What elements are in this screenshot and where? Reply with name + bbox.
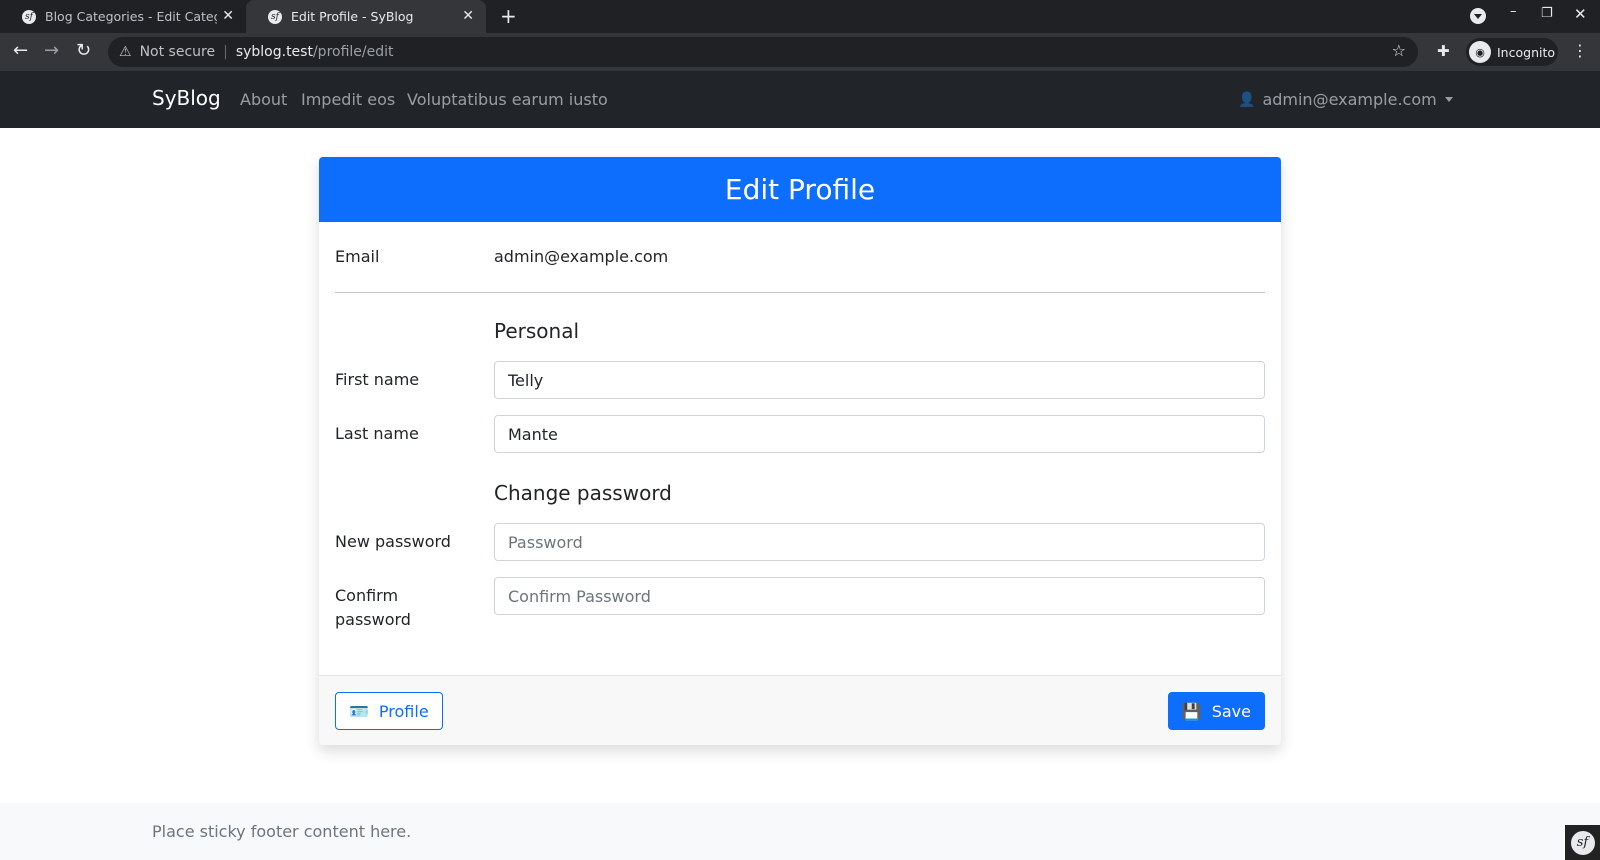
url-separator: | xyxy=(223,44,228,60)
sticky-footer: Place sticky footer content here. xyxy=(0,803,1600,860)
user-icon: 👤 xyxy=(1238,91,1256,108)
page-title: Edit Profile xyxy=(724,173,876,206)
new-tab-button[interactable]: + xyxy=(500,4,517,28)
site-navbar: SyBlog About Impedit eos Voluptatibus ea… xyxy=(0,71,1600,128)
nav-link-about[interactable]: About xyxy=(240,90,287,109)
incognito-badge[interactable]: ◉ Incognito xyxy=(1466,38,1558,66)
personal-heading: Personal xyxy=(494,319,580,343)
card-footer: 🪪 Profile 💾 Save xyxy=(319,675,1281,745)
reload-icon[interactable]: ↻ xyxy=(76,40,91,61)
url-host[interactable]: syblog.test xyxy=(236,44,313,60)
warning-icon[interactable]: ⚠ xyxy=(119,44,132,60)
card-header: Edit Profile xyxy=(319,157,1281,222)
symfony-icon: sf xyxy=(22,9,36,24)
last-name-label: Last name xyxy=(335,424,419,443)
profile-button-label: Profile xyxy=(378,701,429,721)
browser-tab-edit-profile[interactable]: sf Edit Profile - SyBlog ✕ xyxy=(246,0,486,33)
chevron-down-icon xyxy=(1444,97,1453,102)
nav-link-voluptatibus[interactable]: Voluptatibus earum iusto xyxy=(407,90,608,109)
first-name-label: First name xyxy=(335,370,420,389)
browser-tab-strip: sf Blog Categories - Edit Category ✕ sf … xyxy=(0,0,1600,33)
save-button-label: Save xyxy=(1211,701,1251,721)
browser-menu-icon[interactable]: ⋮ xyxy=(1572,41,1588,60)
email-value: admin@example.com xyxy=(494,247,669,266)
address-bar[interactable]: ⚠ Not secure | syblog.test /profile/edit… xyxy=(108,37,1418,67)
minimize-icon[interactable]: – xyxy=(1510,4,1517,19)
symfony-toolbar-toggle[interactable]: sf xyxy=(1565,825,1600,860)
incognito-label: Incognito xyxy=(1497,44,1556,60)
symfony-icon: sf xyxy=(268,9,282,24)
id-card-icon: 🪪 xyxy=(349,701,369,721)
brand-logo[interactable]: SyBlog xyxy=(152,86,221,110)
user-menu-dropdown[interactable]: 👤 admin@example.com xyxy=(1238,90,1453,109)
card-body: Email admin@example.com Personal First n… xyxy=(319,222,1281,675)
last-name-field[interactable] xyxy=(494,415,1265,453)
window-close-icon[interactable]: ✕ xyxy=(1574,5,1587,23)
tab-title: Edit Profile - SyBlog xyxy=(291,9,414,24)
tab-title: Blog Categories - Edit Category xyxy=(45,9,217,24)
forward-icon[interactable]: → xyxy=(44,40,59,61)
change-password-heading: Change password xyxy=(494,481,672,505)
extensions-icon[interactable]: ✚ xyxy=(1437,42,1450,60)
confirm-password-label-line1: Confirm xyxy=(335,586,399,605)
edit-profile-card: Edit Profile Email admin@example.com Per… xyxy=(319,157,1281,745)
url-path[interactable]: /profile/edit xyxy=(313,44,394,60)
new-password-label: New password xyxy=(335,532,451,551)
confirm-password-label-line2: password xyxy=(335,610,411,629)
close-icon[interactable]: ✕ xyxy=(462,8,474,24)
maximize-icon[interactable]: ❐ xyxy=(1541,6,1553,21)
floppy-disk-icon: 💾 xyxy=(1181,701,1202,721)
incognito-icon: ◉ xyxy=(1469,41,1491,63)
confirm-password-field[interactable] xyxy=(494,577,1265,615)
back-icon[interactable]: ← xyxy=(13,40,28,61)
tab-search-icon[interactable] xyxy=(1470,8,1486,24)
footer-text: Place sticky footer content here. xyxy=(152,822,412,841)
confirm-password-label: Confirm password xyxy=(335,584,411,632)
profile-button[interactable]: 🪪 Profile xyxy=(335,692,443,730)
symfony-icon: sf xyxy=(1570,830,1595,855)
divider xyxy=(335,292,1265,293)
nav-link-impedit-eos[interactable]: Impedit eos xyxy=(301,90,395,109)
browser-toolbar: ← → ↻ ⚠ Not secure | syblog.test /profil… xyxy=(0,33,1600,71)
close-icon[interactable]: ✕ xyxy=(222,8,234,24)
new-password-field[interactable] xyxy=(494,523,1265,561)
save-button[interactable]: 💾 Save xyxy=(1167,692,1265,730)
user-email: admin@example.com xyxy=(1262,90,1437,109)
security-status[interactable]: Not secure xyxy=(140,44,216,60)
bookmark-star-icon[interactable]: ☆ xyxy=(1392,41,1406,60)
browser-tab-blog-categories[interactable]: sf Blog Categories - Edit Category ✕ xyxy=(0,0,246,33)
first-name-field[interactable] xyxy=(494,361,1265,399)
email-label: Email xyxy=(335,247,380,266)
